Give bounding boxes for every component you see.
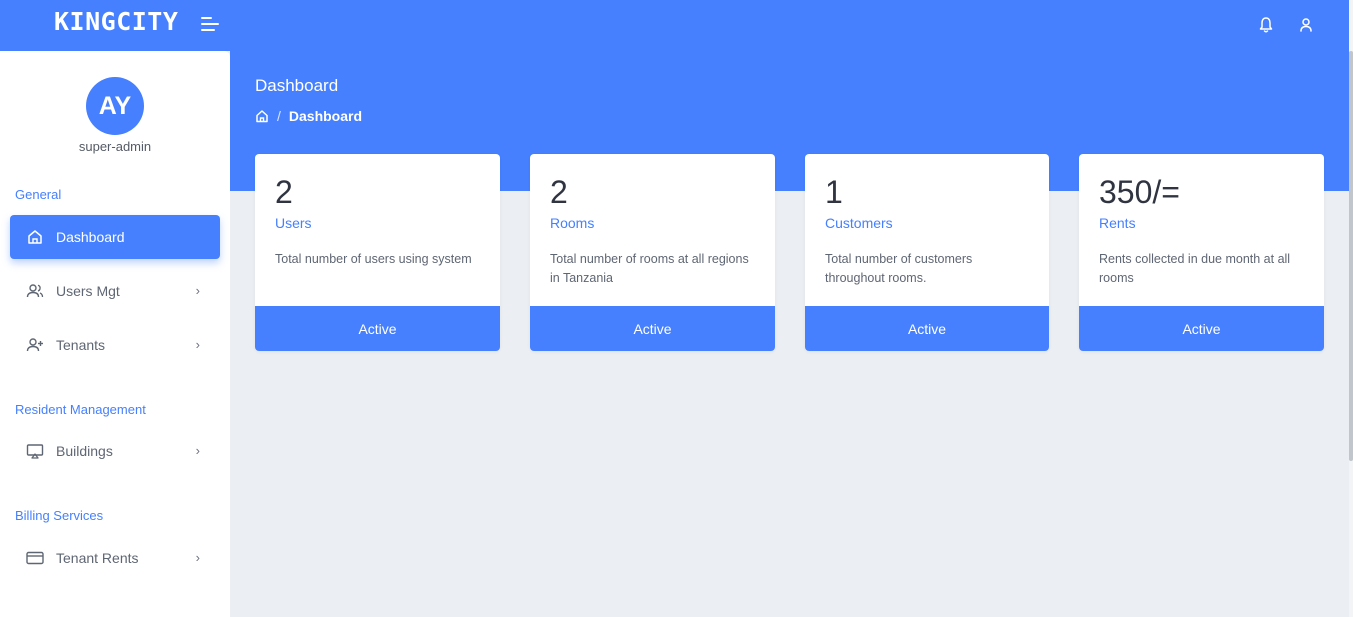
- sidebar-item-label: Tenant Rents: [56, 550, 139, 566]
- breadcrumb-current: Dashboard: [288, 108, 363, 124]
- stat-label: Users: [275, 215, 312, 231]
- menu-toggle-icon[interactable]: [199, 14, 223, 36]
- stat-description: Total number of customers throughout roo…: [825, 252, 973, 285]
- sidebar-item-buildings[interactable]: Buildings ›: [10, 429, 220, 473]
- chevron-right-icon: ›: [195, 283, 200, 298]
- sidebar-item-tenant-rents[interactable]: Tenant Rents ›: [10, 536, 220, 580]
- user-plus-icon: [26, 336, 44, 354]
- avatar[interactable]: AY: [86, 77, 144, 135]
- home-icon: [26, 228, 44, 246]
- status-button[interactable]: Active: [1079, 306, 1324, 351]
- chevron-right-icon: ›: [195, 337, 200, 352]
- stat-description: Total number of rooms at all regions in …: [550, 252, 749, 285]
- stat-value: 2: [550, 174, 568, 210]
- status-button[interactable]: Active: [255, 306, 500, 351]
- home-icon[interactable]: [255, 109, 269, 123]
- stat-label: Rooms: [550, 215, 595, 231]
- sidebar-item-dashboard[interactable]: Dashboard: [10, 215, 220, 259]
- stat-card-rooms: 2 Rooms Total number of rooms at all reg…: [530, 154, 775, 351]
- status-button[interactable]: Active: [530, 306, 775, 351]
- credit-card-icon: [26, 549, 44, 567]
- top-navbar: KINGCITY: [0, 0, 1353, 51]
- stat-value: 350/=: [1099, 174, 1180, 210]
- stat-description: Total number of users using system: [275, 252, 472, 266]
- chevron-right-icon: ›: [195, 550, 200, 565]
- sidebar-item-label: Dashboard: [56, 229, 125, 245]
- monitor-icon: [26, 442, 44, 460]
- brand-logo[interactable]: KINGCITY: [54, 7, 178, 36]
- bell-icon[interactable]: [1257, 14, 1275, 36]
- status-button[interactable]: Active: [805, 306, 1049, 351]
- stat-card-users: 2 Users Total number of users using syst…: [255, 154, 500, 351]
- sidebar-item-label: Buildings: [56, 443, 113, 459]
- sidebar-item-label: Tenants: [56, 337, 106, 353]
- stat-description: Rents collected in due month at all room…: [1099, 252, 1291, 285]
- sidebar: AY super-admin General Dashboard Users M…: [0, 51, 230, 617]
- stat-card-rents: 350/= Rents Rents collected in due month…: [1079, 154, 1324, 351]
- stat-value: 1: [825, 174, 843, 210]
- users-icon: [26, 282, 44, 300]
- section-title-general: General: [15, 187, 62, 202]
- stat-card-customers: 1 Customers Total number of customers th…: [805, 154, 1049, 351]
- page-title: Dashboard: [255, 76, 339, 95]
- chevron-right-icon: ›: [195, 443, 200, 458]
- user-icon[interactable]: [1297, 14, 1315, 36]
- section-title-billing-services: Billing Services: [15, 508, 104, 523]
- stat-value: 2: [275, 174, 293, 210]
- stat-label: Customers: [825, 215, 893, 231]
- section-title-resident-management: Resident Management: [15, 402, 146, 417]
- breadcrumb: / Dashboard: [255, 108, 362, 124]
- user-role: super-admin: [78, 139, 152, 154]
- breadcrumb-separator: /: [277, 108, 281, 124]
- topbar-actions: [1257, 14, 1315, 36]
- sidebar-item-tenants[interactable]: Tenants ›: [10, 323, 220, 367]
- stat-label: Rents: [1099, 215, 1136, 231]
- sidebar-item-users-mgt[interactable]: Users Mgt ›: [10, 269, 220, 313]
- sidebar-item-label: Users Mgt: [56, 283, 120, 299]
- scrollbar-thumb[interactable]: [1349, 51, 1353, 461]
